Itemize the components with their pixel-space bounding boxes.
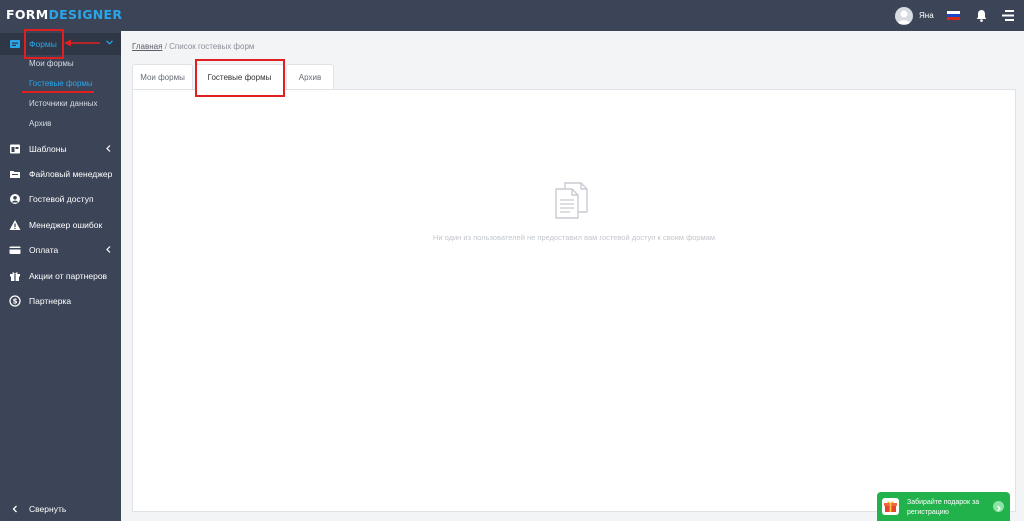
payment-icon <box>9 246 21 254</box>
empty-state-message: Ни один из пользователей не предоставил … <box>432 233 716 242</box>
sidebar-item-label: Акции от партнеров <box>29 271 108 281</box>
avatar[interactable] <box>895 7 913 25</box>
chevron-down-icon <box>106 40 113 45</box>
breadcrumb-separator: / <box>164 42 167 51</box>
chevron-left-icon <box>106 145 111 152</box>
hamburger-menu-icon[interactable] <box>1002 10 1014 21</box>
sidebar-item-partner-promotions[interactable]: Акции от партнеров <box>0 265 121 287</box>
file-manager-icon <box>10 171 20 178</box>
templates-icon <box>10 144 20 154</box>
sidebar-item-label: Гостевой доступ <box>29 194 94 204</box>
breadcrumb-home-link[interactable]: Главная <box>132 42 162 51</box>
sidebar: Формы Мои формы Гостевые формы Источники… <box>0 31 121 521</box>
russian-flag-icon[interactable] <box>947 11 960 20</box>
sidebar-item-label: Партнерка <box>29 296 72 306</box>
sidebar-collapse-button[interactable]: Свернуть <box>0 498 121 520</box>
sidebar-item-templates[interactable]: Шаблоны <box>0 138 121 160</box>
promo-arrow-icon[interactable] <box>993 501 1004 512</box>
breadcrumb: Главная / Список гостевых форм <box>132 42 254 51</box>
sidebar-item-file-manager[interactable]: Файловый менеджер <box>0 163 121 185</box>
sidebar-item-label: Шаблоны <box>29 144 67 154</box>
breadcrumb-current: Список гостевых форм <box>169 42 255 51</box>
promo-widget[interactable]: Забирайте подарок за регистрацию <box>877 492 1010 521</box>
sidebar-item-affiliate[interactable]: $ Партнерка <box>0 290 121 312</box>
sidebar-subitem-my-forms[interactable]: Мои формы <box>29 59 74 68</box>
annotation-box-forms <box>24 29 64 59</box>
promo-gift-icon <box>882 498 899 515</box>
content-panel <box>132 89 1016 512</box>
sidebar-item-guest-access[interactable]: Гостевой доступ <box>0 188 121 210</box>
forms-icon <box>10 40 20 48</box>
guest-access-icon <box>10 194 20 204</box>
warning-icon <box>9 220 21 230</box>
sidebar-subitem-archive[interactable]: Архив <box>29 119 51 128</box>
sidebar-subitem-data-sources[interactable]: Источники данных <box>29 99 98 108</box>
username[interactable]: Яна <box>919 11 934 20</box>
annotation-box-guest-tab <box>195 59 285 97</box>
promo-text: Забирайте подарок за регистрацию <box>907 499 980 516</box>
logo[interactable]: FORMDESIGNER <box>6 8 122 22</box>
annotation-underline <box>22 91 94 93</box>
logo-part-2: DESIGNER <box>48 7 123 22</box>
chevron-left-icon <box>12 505 17 513</box>
documents-empty-icon <box>555 182 588 219</box>
dollar-icon: $ <box>9 295 21 307</box>
collapse-label: Свернуть <box>29 504 67 514</box>
svg-text:$: $ <box>13 298 18 306</box>
tab-my-forms[interactable]: Мои формы <box>132 64 193 89</box>
sidebar-item-label: Менеджер ошибок <box>29 220 103 230</box>
sidebar-item-label: Оплата <box>29 245 59 255</box>
annotation-arrow <box>64 39 100 47</box>
top-bar: FORMDESIGNER Яна <box>0 0 1024 31</box>
sidebar-item-label: Файловый менеджер <box>29 169 113 179</box>
logo-part-1: FORM <box>6 7 49 22</box>
sidebar-item-payment[interactable]: Оплата <box>0 239 121 261</box>
sidebar-item-error-manager[interactable]: Менеджер ошибок <box>0 214 121 236</box>
tab-archive[interactable]: Архив <box>286 64 334 89</box>
gift-icon <box>10 272 20 281</box>
bell-icon[interactable] <box>976 9 987 22</box>
sidebar-subitem-guest-forms[interactable]: Гостевые формы <box>29 79 93 88</box>
chevron-left-icon <box>106 246 111 253</box>
